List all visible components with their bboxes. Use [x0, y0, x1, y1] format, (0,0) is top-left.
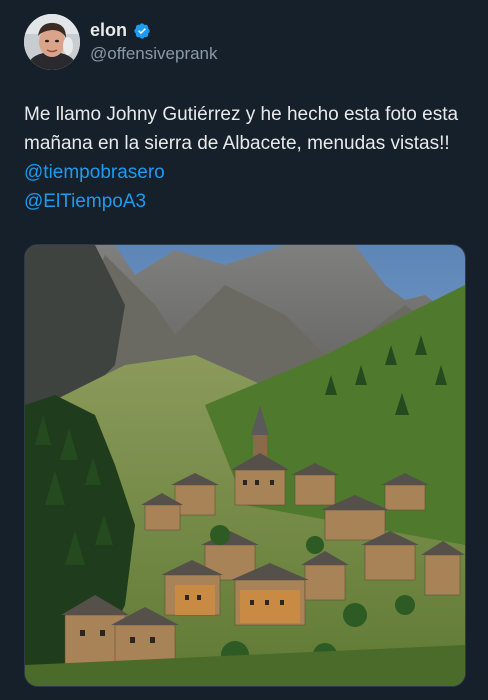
tweet-photo[interactable]: [24, 244, 466, 687]
photo-mountain-village-icon: [25, 245, 465, 686]
author-names: elon @offensiveprank: [90, 20, 218, 64]
display-name[interactable]: elon: [90, 20, 127, 41]
tweet-header: elon @offensiveprank: [24, 14, 468, 70]
tweet-text: Me llamo Johny Gutiérrez y he hecho esta…: [24, 100, 472, 216]
tweet-body: Me llamo Johny Gutiérrez y he hecho esta…: [24, 104, 459, 154]
avatar-photo-icon: [24, 14, 80, 70]
author-handle[interactable]: @offensiveprank: [90, 44, 218, 64]
verified-badge-icon: [133, 22, 151, 40]
mention-eltiempoa3[interactable]: @ElTiempoA3: [24, 191, 146, 212]
avatar[interactable]: [24, 14, 80, 70]
mention-tiempobrasero[interactable]: @tiempobrasero: [24, 162, 165, 183]
